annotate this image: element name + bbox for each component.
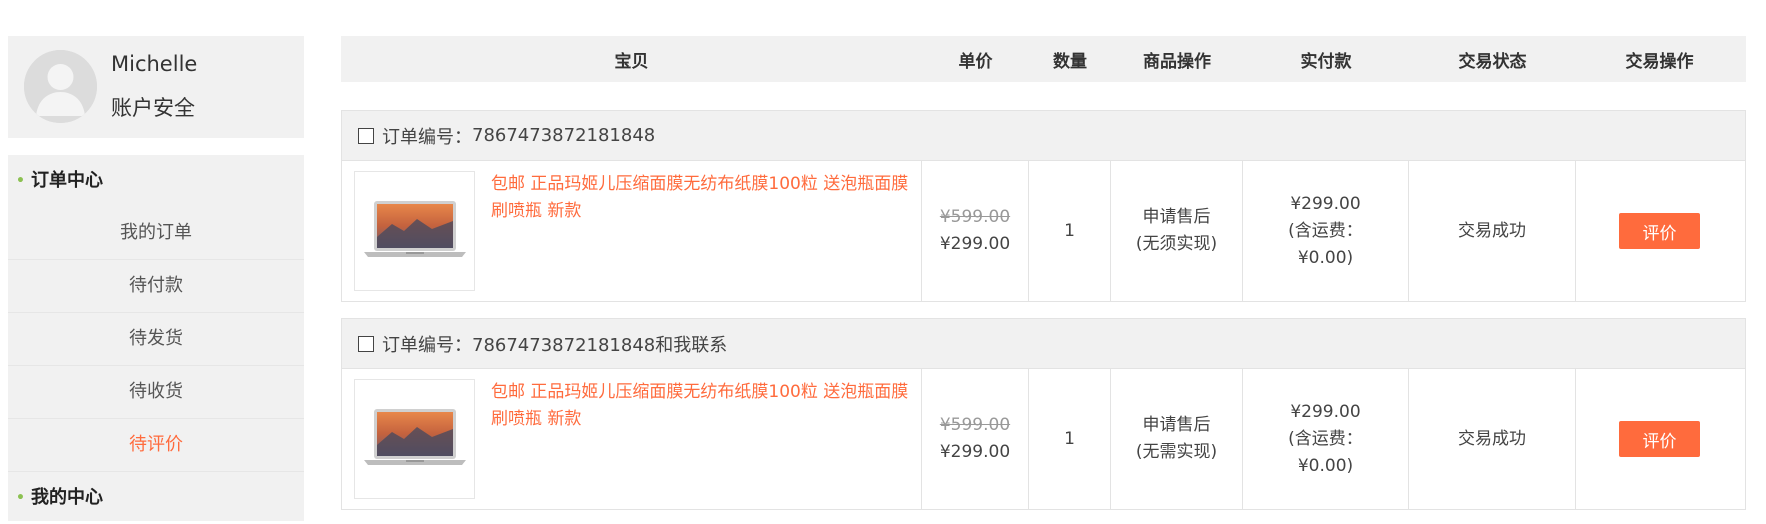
order-card: 订单编号： 7867473872181848和我联系 包邮 正品玛姬儿压缩面膜无… xyxy=(341,318,1746,510)
trade-status: 交易成功 xyxy=(1458,220,1526,241)
paid-cell: ¥299.00 (含运费：¥0.00) xyxy=(1243,369,1409,509)
header-action: 交易操作 xyxy=(1625,51,1694,72)
unit-price: ¥299.00 xyxy=(939,234,1011,254)
operation-cell: 申请售后(无需实现) xyxy=(1111,369,1243,509)
after-sales-link[interactable]: 申请售后(无须实现) xyxy=(1136,204,1218,258)
order-row: 包邮 正品玛姬儿压缩面膜无纺布纸膜100粒 送泡瓶面膜刷喷瓶 新款 ¥599.0… xyxy=(342,161,1745,301)
order-row: 包邮 正品玛姬儿压缩面膜无纺布纸膜100粒 送泡瓶面膜刷喷瓶 新款 ¥599.0… xyxy=(342,369,1745,509)
sidebar-item-pending-payment[interactable]: 待付款 xyxy=(8,260,304,313)
product-cell: 包邮 正品玛姬儿压缩面膜无纺布纸膜100粒 送泡瓶面膜刷喷瓶 新款 xyxy=(342,369,922,509)
header-operation: 商品操作 xyxy=(1143,51,1211,72)
laptop-icon xyxy=(363,409,466,465)
after-sales-link[interactable]: 申请售后(无需实现) xyxy=(1136,412,1218,466)
order-header: 订单编号： 7867473872181848和我联系 xyxy=(342,319,1745,369)
product-image[interactable] xyxy=(354,379,475,499)
order-number-label: 订单编号： xyxy=(382,334,472,356)
status-cell: 交易成功 xyxy=(1409,369,1576,509)
status-cell: 交易成功 xyxy=(1409,161,1576,301)
avatar-icon[interactable] xyxy=(24,50,97,123)
order-checkbox[interactable] xyxy=(358,335,374,352)
trade-status: 交易成功 xyxy=(1458,428,1526,449)
quantity-cell: 1 xyxy=(1029,161,1111,301)
review-button[interactable]: 评价 xyxy=(1619,421,1700,457)
unit-price: ¥299.00 xyxy=(939,442,1011,462)
user-name: Michelle xyxy=(111,52,198,76)
header-quantity: 数量 xyxy=(1053,51,1087,72)
product-image[interactable] xyxy=(354,171,475,291)
quantity: 1 xyxy=(1064,428,1075,449)
sidebar-item-pending-receipt[interactable]: 待收货 xyxy=(8,366,304,419)
menu-heading-label: 我的中心 xyxy=(30,487,103,508)
price-cell: ¥599.00 ¥299.00 xyxy=(922,369,1029,509)
sidebar-item-pending-shipment[interactable]: 待发货 xyxy=(8,313,304,366)
product-title-link[interactable]: 包邮 正品玛姬儿压缩面膜无纺布纸膜100粒 送泡瓶面膜刷喷瓶 新款 xyxy=(491,379,909,433)
orders-table-header: 宝贝 单价 数量 商品操作 实付款 交易状态 交易操作 xyxy=(341,36,1746,82)
menu-heading-order-center: • 订单中心 xyxy=(8,155,304,207)
order-number-label: 订单编号： xyxy=(382,126,472,148)
menu-heading-label: 订单中心 xyxy=(30,170,103,191)
order-number: 7867473872181848 xyxy=(472,125,656,146)
bullet-icon: • xyxy=(16,173,25,189)
action-cell: 评价 xyxy=(1576,369,1743,509)
paid-amount: ¥299.00 xyxy=(1290,193,1361,214)
sidebar-menu: • 订单中心 我的订单 待付款 待发货 待收货 待评价 • 我的中心 xyxy=(8,155,304,521)
order-header: 订单编号： 7867473872181848 xyxy=(342,111,1745,161)
order-card: 订单编号： 7867473872181848 包邮 正品玛姬儿压缩面膜无纺布纸膜… xyxy=(341,110,1746,302)
header-status: 交易状态 xyxy=(1458,51,1527,72)
shipping-fee: (含运费：¥0.00) xyxy=(1288,220,1363,268)
operation-cell: 申请售后(无须实现) xyxy=(1111,161,1243,301)
product-cell: 包邮 正品玛姬儿压缩面膜无纺布纸膜100粒 送泡瓶面膜刷喷瓶 新款 xyxy=(342,161,922,301)
header-paid: 实付款 xyxy=(1300,51,1352,72)
menu-heading-my-center: • 我的中心 xyxy=(8,472,304,524)
sidebar-item-my-orders[interactable]: 我的订单 xyxy=(8,207,304,260)
header-item: 宝贝 xyxy=(614,51,649,72)
original-price: ¥599.00 xyxy=(939,415,1011,435)
review-button[interactable]: 评价 xyxy=(1619,213,1700,249)
product-title-link[interactable]: 包邮 正品玛姬儿压缩面膜无纺布纸膜100粒 送泡瓶面膜刷喷瓶 新款 xyxy=(491,171,909,225)
header-price: 单价 xyxy=(958,51,993,72)
bullet-icon: • xyxy=(16,490,25,506)
quantity: 1 xyxy=(1064,220,1075,241)
original-price: ¥599.00 xyxy=(939,207,1011,227)
user-card: Michelle 账户安全 xyxy=(8,36,304,138)
order-number: 7867473872181848和我联系 xyxy=(472,334,728,356)
sidebar-item-pending-review[interactable]: 待评价 xyxy=(8,419,304,472)
action-cell: 评价 xyxy=(1576,161,1743,301)
paid-cell: ¥299.00 (含运费：¥0.00) xyxy=(1243,161,1409,301)
account-security-link[interactable]: 账户安全 xyxy=(111,92,195,122)
quantity-cell: 1 xyxy=(1029,369,1111,509)
order-checkbox[interactable] xyxy=(358,127,374,144)
paid-amount: ¥299.00 xyxy=(1290,401,1361,422)
shipping-fee: (含运费：¥0.00) xyxy=(1288,428,1363,476)
price-cell: ¥599.00 ¥299.00 xyxy=(922,161,1029,301)
laptop-icon xyxy=(363,201,466,257)
